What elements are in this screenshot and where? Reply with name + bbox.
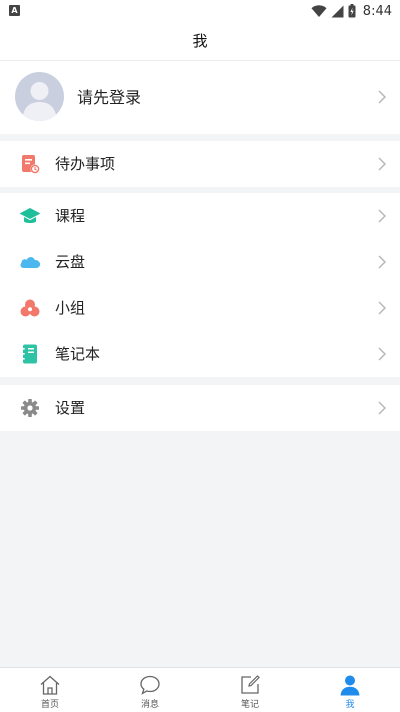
graduation-cap-icon	[19, 208, 41, 224]
tab-notes[interactable]: 笔记	[200, 668, 300, 712]
todo-icon	[22, 155, 40, 174]
gear-icon	[21, 399, 39, 417]
user-icon	[340, 675, 360, 696]
chevron-right-icon	[378, 157, 386, 171]
group-icon	[20, 299, 40, 317]
clock: 8:44	[362, 3, 392, 19]
chevron-right-icon	[378, 401, 386, 415]
tab-label: 笔记	[240, 700, 259, 710]
menu-item-label: 课程	[55, 207, 86, 225]
status-bar: A 8:44	[0, 0, 400, 22]
menu-item-notebook[interactable]: 笔记本	[0, 331, 400, 377]
tab-label: 消息	[140, 700, 159, 710]
chevron-right-icon	[378, 209, 386, 223]
chevron-right-icon	[378, 255, 386, 269]
default-avatar-icon	[22, 82, 57, 121]
menu-item-label: 设置	[55, 399, 86, 417]
note-edit-icon	[241, 675, 260, 694]
page-header: 我	[0, 22, 400, 61]
tab-label: 我	[345, 700, 355, 710]
home-icon	[40, 675, 60, 695]
menu-item-settings[interactable]: 设置	[0, 385, 400, 431]
chevron-right-icon	[378, 347, 386, 361]
tab-home[interactable]: 首页	[0, 668, 100, 712]
page-title: 我	[192, 32, 208, 50]
bottom-tab-bar: 首页 消息 笔记 我	[0, 667, 400, 712]
menu-item-todo[interactable]: 待办事项	[0, 141, 400, 187]
main-menu-group: 课程 云盘 小组 笔记本	[0, 193, 400, 377]
menu-item-cloud[interactable]: 云盘	[0, 239, 400, 285]
avatar	[15, 72, 64, 121]
menu-item-label: 云盘	[55, 253, 86, 271]
tab-label: 首页	[40, 700, 59, 710]
cloud-icon	[20, 257, 41, 268]
chevron-right-icon	[378, 90, 386, 104]
profile-login-row[interactable]: 请先登录	[0, 61, 400, 134]
menu-item-label: 小组	[55, 299, 86, 317]
menu-item-courses[interactable]: 课程	[0, 193, 400, 239]
battery-icon	[348, 4, 356, 18]
settings-group: 设置	[0, 385, 400, 431]
tab-messages[interactable]: 消息	[100, 668, 200, 712]
notification-icon: A	[9, 5, 20, 16]
message-icon	[140, 675, 160, 695]
menu-item-label: 待办事项	[55, 155, 116, 173]
login-prompt: 请先登录	[77, 88, 142, 107]
wifi-icon	[311, 4, 327, 17]
todo-group: 待办事项	[0, 141, 400, 187]
tab-me[interactable]: 我	[300, 668, 400, 712]
status-icons: 8:44	[311, 3, 392, 19]
signal-icon	[331, 5, 344, 17]
notebook-icon	[21, 344, 37, 364]
chevron-right-icon	[378, 301, 386, 315]
menu-item-label: 笔记本	[55, 345, 101, 363]
menu-item-group[interactable]: 小组	[0, 285, 400, 331]
